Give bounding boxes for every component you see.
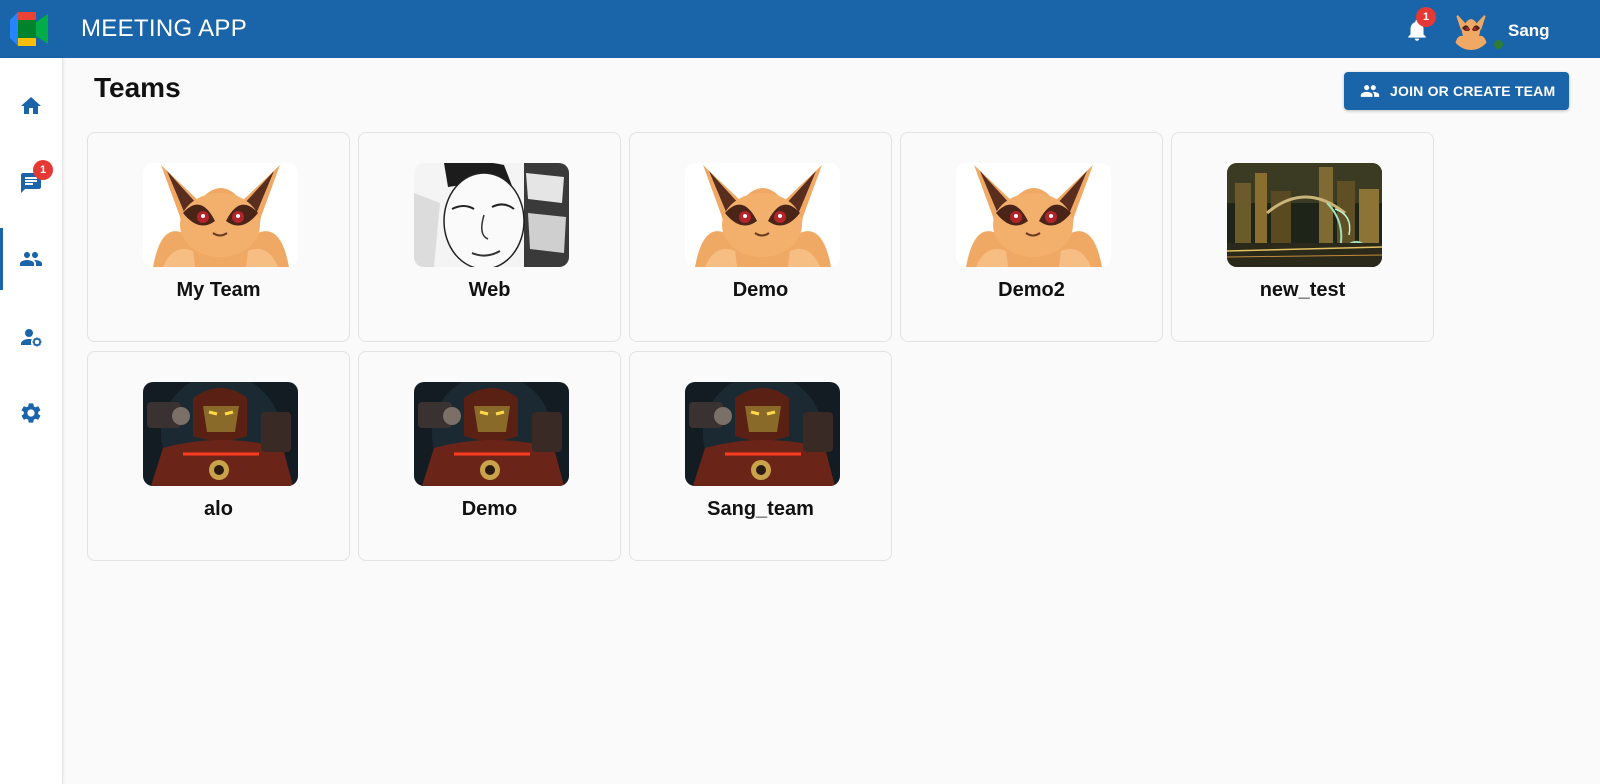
sidebar: 1	[0, 58, 63, 784]
meet-logo-icon[interactable]	[10, 12, 48, 46]
team-name: My Team	[176, 279, 261, 301]
team-image	[685, 163, 840, 267]
team-card[interactable]: Demo	[358, 351, 621, 561]
team-card[interactable]: My Team	[87, 132, 350, 342]
team-name: Web	[468, 279, 511, 301]
team-card[interactable]: Demo	[629, 132, 892, 342]
notification-badge: 1	[1416, 7, 1436, 27]
people-icon	[1360, 85, 1380, 97]
team-card[interactable]: Demo2	[900, 132, 1163, 342]
team-name: alo	[204, 498, 233, 520]
user-name[interactable]: Sang	[1508, 21, 1550, 41]
team-name: Demo	[461, 498, 518, 520]
people-icon	[20, 252, 42, 266]
page-title: Teams	[94, 72, 181, 103]
online-status-dot	[1494, 40, 1503, 49]
sidebar-item-settings[interactable]	[0, 382, 62, 444]
team-name: Sang_team	[707, 498, 814, 520]
sidebar-item-chat[interactable]: 1	[0, 152, 62, 214]
team-image	[1227, 163, 1382, 267]
app-title: MEETING APP	[81, 15, 248, 42]
team-name: Demo	[732, 279, 789, 301]
gear-icon	[21, 403, 41, 423]
chat-badge: 1	[33, 160, 53, 180]
team-card[interactable]: new_test	[1171, 132, 1434, 342]
home-icon	[21, 97, 41, 114]
team-name: new_test	[1259, 279, 1346, 301]
user-gear-icon	[21, 329, 42, 347]
sidebar-item-teams[interactable]	[0, 228, 62, 290]
team-card[interactable]: alo	[87, 351, 350, 561]
top-bar: MEETING APP 1 Sang	[0, 0, 1600, 58]
team-image	[143, 163, 298, 267]
avatar[interactable]	[1451, 10, 1491, 50]
team-card[interactable]: Sang_team	[629, 351, 892, 561]
join-or-create-team-button[interactable]: JOIN OR CREATE TEAM	[1344, 72, 1569, 110]
sidebar-item-home[interactable]	[0, 75, 62, 137]
team-image	[143, 382, 298, 486]
team-image	[956, 163, 1111, 267]
team-card[interactable]: Web	[358, 132, 621, 342]
sidebar-item-account[interactable]	[0, 306, 62, 368]
team-image	[414, 163, 569, 267]
join-button-label: JOIN OR CREATE TEAM	[1390, 83, 1556, 99]
team-name: Demo2	[998, 279, 1065, 301]
team-image	[414, 382, 569, 486]
team-image	[685, 382, 840, 486]
